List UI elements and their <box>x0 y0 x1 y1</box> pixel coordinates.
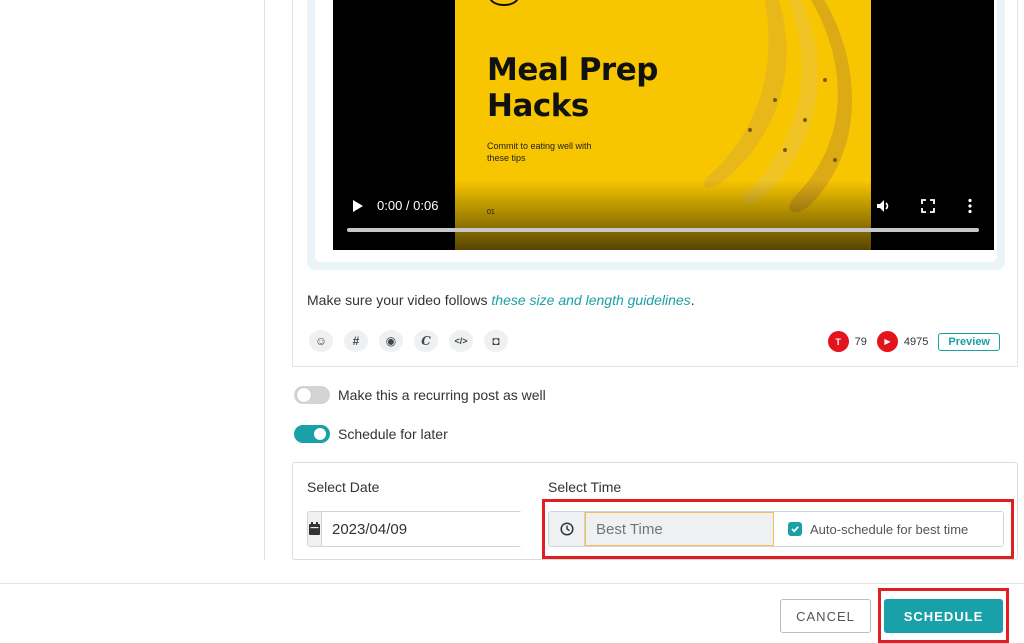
footer-divider <box>0 583 1024 584</box>
video-player[interactable]: Meal Prep Hacks Commit to eating well wi… <box>333 0 994 250</box>
network-badge-icon: T <box>827 331 849 352</box>
toggle-knob <box>314 428 326 440</box>
schedule-later-toggle[interactable] <box>294 425 330 443</box>
guideline-link[interactable]: these size and length guidelines <box>491 292 690 308</box>
youtube-icon: ▶ <box>876 331 898 352</box>
toggle-knob <box>297 388 311 402</box>
time-highlight-box <box>542 499 1014 559</box>
guideline-prefix: Make sure your video follows <box>307 292 492 308</box>
date-label: Select Date <box>307 479 380 495</box>
schedule-later-option: Schedule for later <box>294 425 448 443</box>
date-input[interactable] <box>322 512 531 546</box>
controls-shade <box>333 180 994 250</box>
hashtag-icon[interactable]: # <box>344 330 368 352</box>
post-composer: Meal Prep Hacks Commit to eating well wi… <box>292 0 1018 367</box>
character-count: 79 <box>854 335 867 348</box>
recurring-label: Make this a recurring post as well <box>338 387 546 403</box>
media-frame: Meal Prep Hacks Commit to eating well wi… <box>307 0 1005 270</box>
play-icon[interactable] <box>351 198 365 214</box>
recurring-toggle[interactable] <box>294 386 330 404</box>
schedule-later-label: Schedule for later <box>338 426 448 442</box>
guideline-suffix: . <box>690 292 695 308</box>
media-icon[interactable]: ◉ <box>379 330 403 352</box>
schedule-panel: Select Date Select Time Auto-schedule fo… <box>292 462 1018 560</box>
preview-button[interactable]: Preview <box>938 332 1000 351</box>
column-divider <box>264 0 265 560</box>
thumbnail-subtitle: Commit to eating well with these tips <box>487 141 592 163</box>
character-counters: T 79 ▶ 4975 Preview <box>827 331 1000 352</box>
media-inner: Meal Prep Hacks Commit to eating well wi… <box>315 0 997 262</box>
emoji-icon[interactable]: ☺ <box>309 330 333 352</box>
code-icon[interactable]: </> <box>449 330 473 352</box>
schedule-post-page: Meal Prep Hacks Commit to eating well wi… <box>0 0 1024 643</box>
more-options-icon[interactable] <box>965 198 975 214</box>
schedule-button[interactable]: SCHEDULE <box>884 599 1003 633</box>
time-label: Select Time <box>548 479 622 495</box>
robot-icon[interactable]: ◘ <box>484 330 508 352</box>
thumbnail-logo <box>489 0 519 6</box>
fullscreen-icon[interactable] <box>921 199 935 213</box>
video-time: 0:00 / 0:06 <box>377 198 439 213</box>
character-count: 4975 <box>903 335 929 348</box>
composer-toolbar: ☺ # ◉ C </> ◘ <box>309 330 508 352</box>
video-progress-bar[interactable] <box>347 228 979 232</box>
recurring-option: Make this a recurring post as well <box>294 386 546 404</box>
canva-icon[interactable]: C <box>414 330 438 352</box>
volume-icon[interactable] <box>876 198 892 214</box>
cancel-button[interactable]: CANCEL <box>780 599 871 633</box>
calendar-icon[interactable] <box>308 512 322 546</box>
date-picker <box>307 511 531 547</box>
video-guideline-text: Make sure your video follows these size … <box>307 292 695 308</box>
